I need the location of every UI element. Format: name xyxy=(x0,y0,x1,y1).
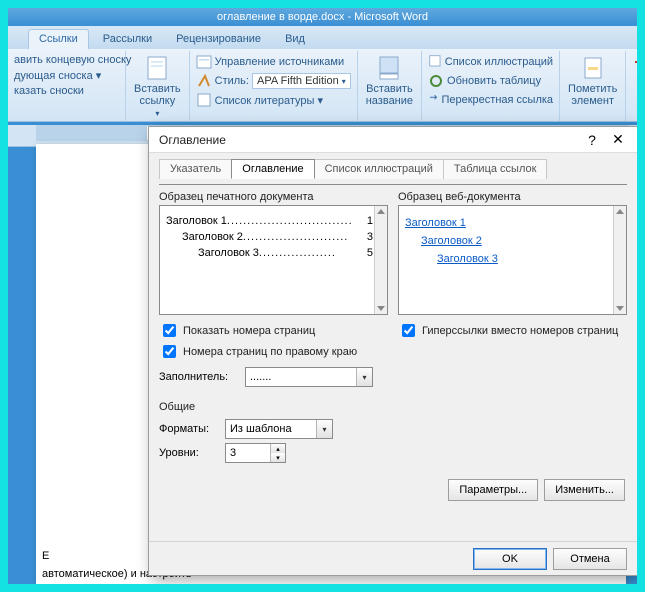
formats-input[interactable] xyxy=(226,420,316,438)
doc-text: Е xyxy=(42,548,49,562)
bibliography-icon xyxy=(196,92,212,108)
tab-references[interactable]: Ссылки xyxy=(28,29,89,49)
web-preview: Заголовок 1 Заголовок 2 Заголовок 3 xyxy=(398,205,627,315)
insert-endnote-button[interactable]: авить концевую сноску xyxy=(12,53,121,67)
dialog-tabs: Указатель Оглавление Список иллюстраций … xyxy=(159,159,627,179)
bibliography-button[interactable]: Список литературы ▾ xyxy=(194,91,353,109)
word-window: оглавление в ворде.docx - Microsoft Word… xyxy=(8,8,637,584)
ribbon: авить концевую сноску дующая сноска ▾ ка… xyxy=(8,49,637,122)
tab-index[interactable]: Указатель xyxy=(159,159,232,179)
web-preview-label: Образец веб-документа xyxy=(398,191,627,203)
chevron-down-icon: ▾ xyxy=(342,77,346,86)
update-table-button[interactable]: Обновить таблицу xyxy=(426,72,555,90)
mark-entry-button[interactable]: Пометить элемент xyxy=(564,53,621,109)
plus-icon xyxy=(632,54,637,70)
levels-label: Уровни: xyxy=(159,447,219,459)
dialog-title: Оглавление xyxy=(159,133,579,147)
toc-dialog: Оглавление ? ✕ Указатель Оглавление Спис… xyxy=(148,126,637,576)
list-icon xyxy=(428,54,442,70)
dialog-footer: OK Отмена xyxy=(149,541,637,575)
dialog-titlebar: Оглавление ? ✕ xyxy=(149,127,637,153)
tab-mailings[interactable]: Рассылки xyxy=(93,30,162,49)
web-link-3[interactable]: Заголовок 3 xyxy=(405,253,612,265)
cross-reference-button[interactable]: Перекрестная ссылка xyxy=(426,91,555,109)
next-footnote-button[interactable]: дующая сноска ▾ xyxy=(12,68,121,83)
levels-spinner[interactable]: ▴▾ xyxy=(225,443,286,463)
levels-input[interactable] xyxy=(226,444,270,462)
citation-style-selector[interactable]: Стиль: APA Fifth Edition▾ xyxy=(194,72,353,90)
insert-citation-button[interactable]: Вставить ссылку ▾ xyxy=(130,53,185,120)
web-link-1[interactable]: Заголовок 1 xyxy=(405,217,612,229)
tab-leader-input[interactable] xyxy=(246,368,356,386)
table-of-figures-button[interactable]: Список иллюстраций xyxy=(426,53,555,71)
chevron-down-icon[interactable]: ▾ xyxy=(316,420,332,438)
tab-illustrations[interactable]: Список иллюстраций xyxy=(314,159,444,179)
show-notes-button[interactable]: казать сноски xyxy=(12,84,121,98)
spin-up[interactable]: ▴ xyxy=(271,444,285,453)
tab-view[interactable]: Вид xyxy=(275,30,315,49)
spin-down[interactable]: ▾ xyxy=(271,453,285,462)
web-link-2[interactable]: Заголовок 2 xyxy=(405,235,612,247)
refresh-icon xyxy=(428,73,444,89)
modify-button[interactable]: Изменить... xyxy=(544,479,625,501)
formats-label: Форматы: xyxy=(159,423,219,435)
help-button[interactable]: ? xyxy=(579,132,605,148)
ribbon-tabs: Ссылки Рассылки Рецензирование Вид xyxy=(8,26,637,49)
citation-icon xyxy=(145,55,169,81)
insert-caption-button[interactable]: Вставить название xyxy=(362,53,417,109)
caption-icon xyxy=(377,55,401,81)
tab-authorities[interactable]: Таблица ссылок xyxy=(443,159,548,179)
show-page-numbers-checkbox[interactable]: Показать номера страниц xyxy=(159,321,388,340)
titlebar: оглавление в ворде.docx - Microsoft Word xyxy=(8,8,637,26)
hyperlinks-checkbox[interactable]: Гиперссылки вместо номеров страниц xyxy=(398,321,627,340)
ok-button[interactable]: OK xyxy=(473,548,547,570)
tab-toc[interactable]: Оглавление xyxy=(231,159,314,179)
close-button[interactable]: ✕ xyxy=(605,131,631,148)
options-button[interactable]: Параметры... xyxy=(448,479,538,501)
tab-leader-label: Заполнитель: xyxy=(159,371,239,383)
formats-combo[interactable]: ▾ xyxy=(225,419,333,439)
style-icon xyxy=(196,73,212,89)
crossref-icon xyxy=(428,92,438,108)
scrollbar[interactable] xyxy=(374,206,387,314)
mark-icon xyxy=(581,55,605,81)
sources-icon xyxy=(196,54,212,70)
print-preview-label: Образец печатного документа xyxy=(159,191,388,203)
chevron-down-icon: ▾ xyxy=(155,109,159,118)
manage-sources-button[interactable]: Управление источниками xyxy=(194,53,353,71)
chevron-down-icon[interactable]: ▾ xyxy=(356,368,372,386)
cancel-button[interactable]: Отмена xyxy=(553,548,627,570)
right-align-checkbox[interactable]: Номера страниц по правому краю xyxy=(159,342,388,361)
tab-leader-combo[interactable]: ▾ xyxy=(245,367,373,387)
print-preview: Заголовок 1 ............................… xyxy=(159,205,388,315)
tab-review[interactable]: Рецензирование xyxy=(166,30,271,49)
scrollbar[interactable] xyxy=(613,206,626,314)
general-label: Общие xyxy=(159,401,627,413)
partial-button[interactable]: П xyxy=(630,53,637,71)
